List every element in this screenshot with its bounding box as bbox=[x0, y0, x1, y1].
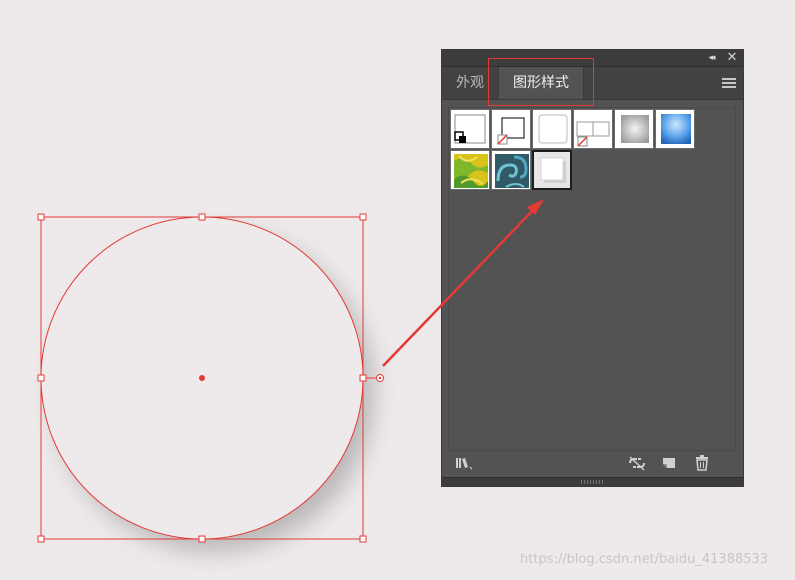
handle-middle-left[interactable] bbox=[37, 374, 45, 382]
watermark-text: https://blog.csdn.net/baidu_41388533 bbox=[520, 552, 769, 567]
new-style-icon[interactable] bbox=[660, 455, 678, 471]
rounded-swatch[interactable] bbox=[532, 109, 572, 149]
tab-highlight-box bbox=[488, 58, 594, 106]
trash-icon[interactable] bbox=[693, 455, 711, 471]
handle-bottom-right[interactable] bbox=[359, 535, 367, 543]
grip-lines bbox=[581, 480, 603, 484]
blue-glow-swatch[interactable] bbox=[655, 109, 695, 149]
tab-appearance[interactable]: 外观 bbox=[446, 67, 494, 99]
center-point bbox=[199, 375, 205, 381]
gray-gradient-swatch[interactable] bbox=[614, 109, 654, 149]
handle-middle-right[interactable] bbox=[359, 374, 367, 382]
handle-bottom-left[interactable] bbox=[37, 535, 45, 543]
panel-bottom-toolbar bbox=[442, 448, 743, 478]
graphic-styles-panel: ◂◂ ✕ 外观 图形样式 bbox=[441, 49, 744, 487]
split-swatch[interactable] bbox=[573, 109, 613, 149]
collapse-panel-icon[interactable]: ◂◂ bbox=[704, 50, 718, 66]
handle-top-right[interactable] bbox=[359, 213, 367, 221]
break-link-icon[interactable] bbox=[627, 455, 645, 471]
default-graphic-style-swatch[interactable] bbox=[450, 109, 490, 149]
graphic-styles-list bbox=[448, 107, 736, 451]
handle-bottom-center[interactable] bbox=[198, 535, 206, 543]
hamburger-menu-icon[interactable] bbox=[722, 78, 736, 89]
pattern-swatch[interactable] bbox=[450, 150, 490, 190]
basic-stroke-swatch[interactable] bbox=[491, 109, 531, 149]
pie-widget-dot bbox=[378, 376, 382, 380]
graphic-styles-library-icon[interactable] bbox=[454, 455, 472, 471]
close-icon[interactable]: ✕ bbox=[725, 50, 739, 66]
drop-shadow-swatch[interactable] bbox=[532, 150, 572, 190]
panel-resize-grip[interactable] bbox=[442, 477, 743, 486]
swirl-pattern-swatch[interactable] bbox=[491, 150, 531, 190]
handle-top-center[interactable] bbox=[198, 213, 206, 221]
handle-top-left[interactable] bbox=[37, 213, 45, 221]
